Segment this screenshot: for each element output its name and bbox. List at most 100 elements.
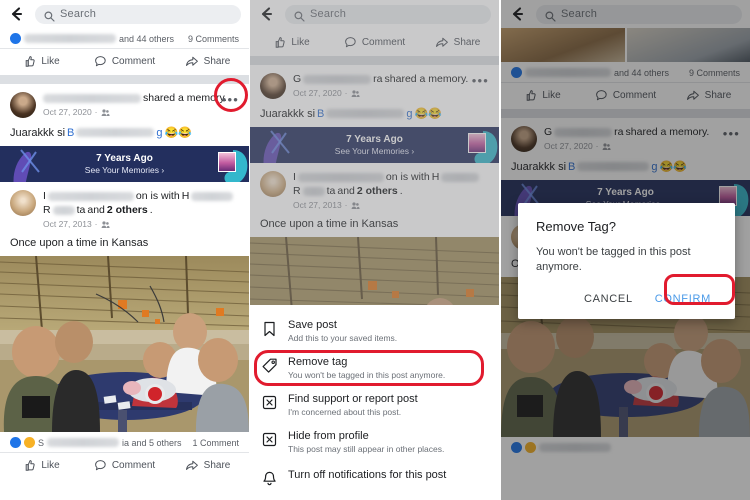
reaction-summary-row[interactable]: S ia and 5 others 1 Comment bbox=[0, 432, 249, 452]
share-button[interactable]: Share bbox=[166, 55, 249, 68]
post-photo[interactable] bbox=[0, 256, 249, 432]
friends-icon bbox=[101, 220, 110, 228]
caption-prefix: Juarakkk si bbox=[10, 126, 66, 139]
inner-post-caption: Once upon a time in Kansas bbox=[10, 237, 149, 249]
memories-banner[interactable]: 7 Years Ago See Your Memories › bbox=[0, 146, 249, 182]
cancel-button[interactable]: CANCEL bbox=[578, 289, 639, 309]
menu-item-subtitle: Add this to your saved items. bbox=[288, 333, 398, 343]
avatar[interactable] bbox=[260, 73, 286, 99]
hide-x-icon bbox=[262, 432, 279, 452]
redacted-author-name bbox=[43, 94, 141, 103]
search-input[interactable]: Search bbox=[285, 4, 491, 24]
share-label: Share bbox=[203, 460, 231, 471]
three-dots-icon[interactable]: ••• bbox=[472, 74, 489, 87]
comment-label: Comment bbox=[111, 56, 156, 67]
post-caption: Juarakkk si B g 😂😂 bbox=[250, 101, 499, 127]
redacted-name bbox=[24, 34, 116, 43]
comment-button[interactable]: Comment bbox=[83, 459, 166, 472]
caption-name-tail: g bbox=[406, 107, 413, 120]
memories-subtitle[interactable]: See Your Memories › bbox=[85, 165, 164, 175]
others-count[interactable]: 2 others bbox=[357, 185, 398, 198]
panel-step-3: Search and 44 others 9 Comments Like Com… bbox=[501, 0, 750, 500]
redacted-caption-name bbox=[76, 128, 155, 137]
comment-label: Comment bbox=[361, 37, 406, 48]
caption-emoji: 😂😂 bbox=[164, 127, 192, 139]
menu-item-title: Turn off notifications for this post bbox=[288, 469, 447, 481]
comments-count[interactable]: 9 Comments bbox=[188, 34, 239, 44]
back-arrow-icon[interactable] bbox=[8, 5, 26, 23]
redacted-author-name bbox=[303, 75, 372, 84]
inner-headline: on is with bbox=[385, 171, 430, 183]
tagged-second-initial: R bbox=[43, 204, 51, 216]
share-button[interactable]: Share bbox=[166, 459, 249, 472]
avatar[interactable] bbox=[260, 171, 286, 197]
inner-post-header: I on is with H R ta and 2 others. Oct 27… bbox=[250, 163, 499, 212]
screenshot-collage: Search and 44 others 9 Comments Like Com… bbox=[0, 0, 750, 500]
memory-thumbnail bbox=[218, 152, 236, 172]
banner-decoration-left bbox=[263, 130, 290, 163]
inner-author-initial: I bbox=[43, 190, 46, 202]
post-options-menu: Save post Add this to your saved items. … bbox=[250, 305, 499, 500]
dot-separator: · bbox=[344, 88, 348, 98]
report-x-icon bbox=[262, 395, 279, 415]
menu-item-report-post[interactable]: Find support or report post I'm concerne… bbox=[250, 387, 499, 424]
tagged-initial: H bbox=[431, 171, 440, 183]
tagged-second-tail: ta bbox=[76, 204, 86, 216]
caption-tagged-name[interactable]: B bbox=[67, 127, 74, 139]
memories-subtitle[interactable]: See Your Memories › bbox=[335, 146, 414, 156]
feed[interactable]: and 44 others 9 Comments Like Comment Sh… bbox=[0, 28, 249, 500]
like-button[interactable]: Like bbox=[250, 36, 333, 49]
like-label: Like bbox=[291, 37, 310, 48]
haha-reaction-icon bbox=[24, 437, 35, 448]
menu-item-title: Hide from profile bbox=[288, 430, 369, 442]
bookmark-icon bbox=[262, 321, 279, 342]
back-arrow-icon[interactable] bbox=[258, 5, 276, 23]
comment-button[interactable]: Comment bbox=[83, 55, 166, 68]
menu-item-turn-off-notifications[interactable]: Turn off notifications for this post bbox=[250, 461, 499, 498]
period: . bbox=[149, 204, 153, 216]
reactions-prefix: S bbox=[38, 437, 45, 448]
share-label: Share bbox=[203, 56, 231, 67]
avatar[interactable] bbox=[10, 92, 36, 118]
dot-separator: · bbox=[94, 107, 98, 117]
menu-item-hide-from-profile[interactable]: Hide from profile This post may still ap… bbox=[250, 424, 499, 461]
menu-item-subtitle: This post may still appear in other plac… bbox=[288, 444, 445, 454]
redacted-tagged-second bbox=[302, 187, 325, 196]
search-input[interactable]: Search bbox=[35, 4, 241, 24]
reactions-count: and 44 others bbox=[119, 33, 175, 44]
redacted-inner-author bbox=[47, 192, 134, 201]
like-label: Like bbox=[41, 460, 60, 471]
avatar[interactable] bbox=[10, 190, 36, 216]
comment-button[interactable]: Comment bbox=[333, 36, 416, 49]
redacted-tagged-name bbox=[191, 192, 234, 201]
tagged-second-tail: ta bbox=[326, 185, 336, 197]
share-button[interactable]: Share bbox=[416, 36, 499, 49]
annotation-circle-three-dots bbox=[214, 78, 248, 112]
post-caption: Juarakkk si B g 😂😂 bbox=[0, 120, 249, 146]
and-text: and bbox=[87, 204, 105, 216]
redacted-inner-author bbox=[297, 173, 384, 182]
post-date: Oct 27, 2020 bbox=[43, 107, 92, 117]
inner-author-initial: I bbox=[293, 171, 296, 183]
post-date: Oct 27, 2020 bbox=[293, 88, 342, 98]
caption-tagged-name[interactable]: B bbox=[317, 108, 324, 120]
redacted-tagged-name bbox=[441, 173, 480, 182]
dialog-body: You won't be tagged in this post anymore… bbox=[536, 246, 691, 273]
top-bar: Search bbox=[0, 0, 249, 28]
comments-count[interactable]: 1 Comment bbox=[192, 438, 239, 448]
caption-prefix: Juarakkk si bbox=[260, 107, 316, 120]
period: . bbox=[399, 185, 403, 197]
menu-item-save-post[interactable]: Save post Add this to your saved items. bbox=[250, 313, 499, 350]
like-button[interactable]: Like bbox=[0, 55, 83, 68]
like-label: Like bbox=[41, 56, 60, 67]
tagged-second-initial: R bbox=[293, 185, 301, 197]
memories-banner[interactable]: 7 Years Ago See Your Memories › bbox=[250, 127, 499, 163]
panel-step-1: Search and 44 others 9 Comments Like Com… bbox=[0, 0, 249, 500]
others-count[interactable]: 2 others bbox=[107, 204, 148, 217]
inner-post-date: Oct 27, 2013 bbox=[43, 219, 92, 229]
reaction-summary-row[interactable]: and 44 others 9 Comments bbox=[0, 28, 249, 48]
action-bar: Like Comment Share bbox=[0, 48, 249, 75]
like-button[interactable]: Like bbox=[0, 459, 83, 472]
search-placeholder: Search bbox=[310, 8, 347, 20]
inner-post-header: I on is with H R ta and 2 others. Oct 27… bbox=[0, 182, 249, 231]
